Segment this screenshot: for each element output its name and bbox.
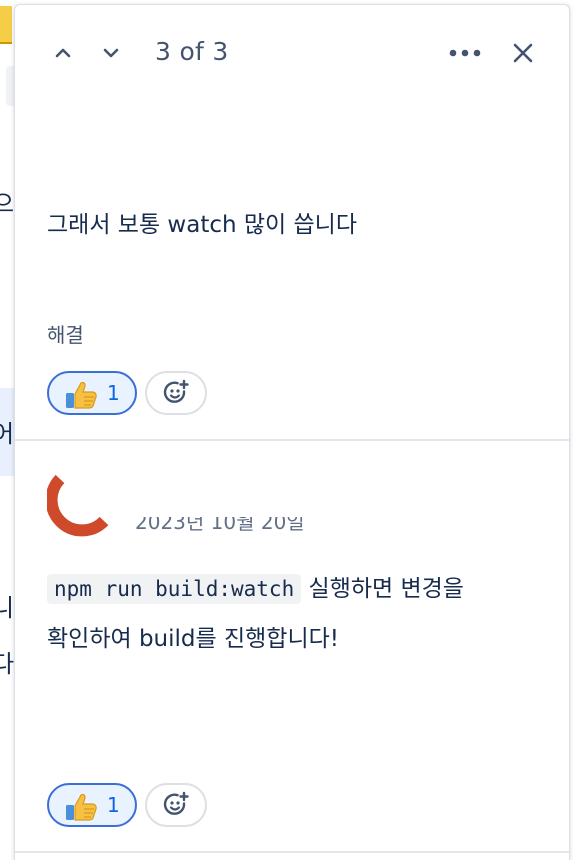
background-text: 어: [0, 420, 14, 448]
add-reaction-icon: [163, 791, 189, 815]
comment-text-segment: 실행하면 변경을: [301, 576, 464, 602]
comment-counter: 3 of 3: [155, 37, 229, 66]
background-text: 다: [0, 650, 14, 678]
more-horizontal-icon: [449, 49, 481, 57]
resolved-label: 해결: [47, 323, 84, 347]
page: ! 으 어 니 다 3 of 3: [0, 0, 584, 860]
background-text: 니: [0, 594, 14, 622]
close-panel-button[interactable]: [503, 33, 543, 73]
thumbs-up-reaction[interactable]: 1: [47, 371, 137, 415]
close-icon: [513, 43, 533, 63]
add-reaction-button[interactable]: [145, 371, 207, 415]
more-actions-button[interactable]: [443, 33, 487, 73]
comment-body: npm run build:watch 실행하면 변경을: [47, 567, 464, 611]
comment-body: 그래서 보통 watch 많이 씁니다: [47, 212, 357, 238]
inline-code: npm run build:watch: [47, 574, 302, 604]
reaction-count: 1: [107, 381, 120, 405]
background-text: 으: [0, 190, 14, 218]
comment-panel: 3 of 3 그래서 보통 watch 많이 씁니다 해결 1 2023년 10…: [14, 4, 571, 860]
comment-date: 2023년 10월 20일: [135, 510, 305, 534]
background-block: [6, 66, 14, 106]
thumbs-up-reaction[interactable]: 1: [47, 783, 137, 827]
thumbs-up-icon: [66, 793, 97, 821]
chevron-down-icon: [103, 48, 119, 58]
previous-comment-button[interactable]: [45, 35, 81, 71]
panel-header: 3 of 3: [15, 5, 569, 101]
comment-divider: [15, 851, 571, 853]
add-reaction-icon: [163, 379, 189, 403]
next-comment-button[interactable]: [93, 35, 129, 71]
add-reaction-button[interactable]: [145, 783, 207, 827]
background-highlight: [0, 6, 12, 44]
avatar: [47, 474, 109, 537]
reaction-count: 1: [107, 793, 120, 817]
chevron-up-icon: [55, 48, 71, 58]
comment-body-line: 확인하여 build를 진행합니다!: [47, 626, 339, 652]
comment-divider: [15, 439, 571, 441]
background-page: ! 으 어 니 다: [0, 0, 14, 860]
thumbs-up-icon: [66, 381, 97, 409]
